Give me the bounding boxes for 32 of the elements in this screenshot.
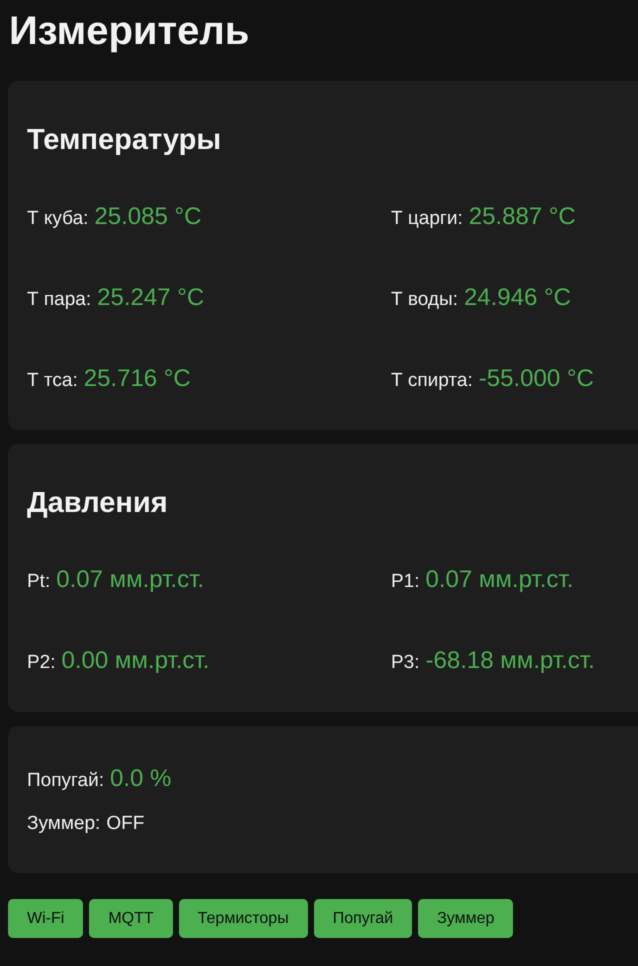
- reading-label: P2:: [27, 651, 56, 675]
- reading-label: Т куба:: [27, 207, 88, 231]
- reading-label: Т царги:: [391, 207, 463, 231]
- reading-value: 24.946 °C: [464, 283, 571, 313]
- reading-value: 25.247 °C: [97, 283, 204, 313]
- section-heading: Температуры: [27, 125, 222, 155]
- page-title: Измеритель: [9, 8, 250, 54]
- nav-button[interactable]: Wi-Fi: [8, 899, 84, 938]
- reading-label: Т пара:: [27, 288, 92, 312]
- reading-value: 0.07 мм.рт.ст.: [426, 565, 574, 595]
- reading-label: Зуммер:: [27, 812, 100, 836]
- reading-label: Pt:: [27, 570, 50, 594]
- nav-button[interactable]: Зуммер: [418, 899, 514, 938]
- reading-label: P1:: [391, 570, 420, 594]
- reading-value: 0.07 мм.рт.ст.: [56, 565, 204, 595]
- reading-value: 25.887 °C: [468, 202, 576, 232]
- reading-label: Т спирта:: [391, 369, 473, 393]
- section-heading: Давления: [27, 488, 168, 518]
- nav-button[interactable]: MQTT: [89, 899, 173, 938]
- nav-button[interactable]: Попугай: [314, 899, 412, 938]
- reading-value: 25.716 °C: [84, 364, 191, 394]
- reading-label: Попугай:: [27, 769, 104, 793]
- nav-button[interactable]: Термисторы: [178, 899, 308, 938]
- reading-value: -68.18 мм.рт.ст.: [426, 646, 595, 676]
- reading-value: -55.000 °C: [478, 364, 594, 394]
- reading-label: Т тса:: [27, 369, 78, 393]
- reading-value: 0.0 %: [110, 764, 172, 794]
- reading-value: 0.00 мм.рт.ст.: [62, 646, 210, 676]
- status-value: OFF: [106, 812, 144, 836]
- reading-label: P3:: [391, 651, 420, 675]
- reading-value: 25.085 °C: [94, 202, 202, 232]
- reading-label: Т воды:: [391, 288, 458, 312]
